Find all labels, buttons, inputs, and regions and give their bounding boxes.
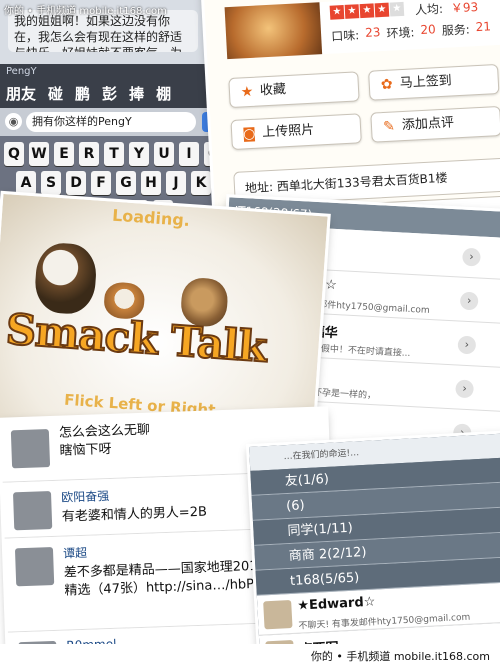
keyboard-row: QWERTYUIO	[4, 142, 224, 166]
avg-price-label: 人均:	[414, 1, 444, 18]
taste-value: 23	[364, 25, 381, 40]
friend-name: ★Edward☆	[297, 594, 376, 614]
key[interactable]: T	[104, 142, 124, 166]
paw-icon: ✿	[380, 76, 394, 94]
key[interactable]: Q	[4, 142, 24, 166]
rating-star-icon: ★	[344, 4, 360, 19]
rating-star-icon: ★	[359, 3, 375, 19]
watermark-top: 你的 • 手机频道 mobile.it168.com	[4, 6, 167, 17]
author-name[interactable]: 欧阳奋强	[61, 487, 110, 506]
star-icon: ★	[240, 83, 254, 101]
camera-icon[interactable]: ◉	[5, 113, 22, 130]
taste-label: 口味:	[330, 28, 360, 44]
address-text: 地址: 西单北大街133号君太百货B1楼	[244, 170, 448, 196]
favorite-label: 收藏	[259, 82, 287, 99]
rating-star-icon: ★	[389, 1, 405, 17]
ime-candidate[interactable]: 彭	[102, 83, 117, 104]
checkin-label: 马上签到	[399, 73, 453, 92]
game-loading-panel: Loading. Smack Talk Flick Left or Right	[0, 193, 328, 447]
camera-icon: ◙	[242, 125, 257, 143]
ime-candidates: 朋友碰鹏彭捧棚	[6, 83, 171, 104]
message-input-row: ◉ 拥有你这样的PengY	[0, 108, 245, 136]
key[interactable]: E	[54, 142, 74, 166]
ime-candidate[interactable]: 捧	[129, 83, 144, 104]
group-list-panel: …在我们的命运!… 友(1/6) (6) 同学(1/11) 商商 2(2/12) t16…	[249, 433, 500, 666]
key[interactable]: Y	[129, 142, 149, 166]
key[interactable]: H	[141, 171, 161, 195]
avg-price-value: ￥93	[450, 0, 479, 16]
review-label: 添加点评	[401, 115, 455, 134]
avatar	[12, 491, 53, 531]
key[interactable]: G	[116, 171, 136, 195]
key[interactable]: S	[41, 171, 61, 195]
ime-candidate[interactable]: 棚	[156, 83, 171, 104]
key[interactable]: K	[191, 171, 211, 195]
footer-text: 你的 • 手机频道 mobile.it168.com	[310, 650, 490, 663]
service-label: 服务:	[441, 22, 471, 38]
key[interactable]: D	[66, 171, 86, 195]
key[interactable]: U	[154, 142, 174, 166]
service-value: 21	[475, 19, 492, 35]
ime-input-preview: PengY	[6, 66, 37, 77]
key[interactable]: F	[91, 171, 111, 195]
ime-candidate[interactable]: 鹏	[75, 83, 90, 104]
key[interactable]: A	[16, 171, 36, 195]
food-photo	[224, 2, 323, 60]
message-input[interactable]: 拥有你这样的PengY	[26, 112, 196, 132]
restaurant-header: ★ ★ ★ ★ ★ 人均: ￥93 口味: 23 环境: 20 服务: 21	[224, 0, 500, 60]
keyboard-row: ASDFGHJK	[16, 171, 211, 195]
avatar	[263, 599, 293, 630]
add-review-button[interactable]: ✎ 添加点评	[370, 105, 500, 143]
key[interactable]: W	[29, 142, 49, 166]
avatar	[10, 429, 51, 469]
key[interactable]: I	[179, 142, 199, 166]
author-name[interactable]: 谭超	[63, 544, 88, 562]
rating-star-icon: ★	[329, 4, 345, 20]
key[interactable]: J	[166, 171, 186, 195]
avatar	[14, 546, 55, 587]
env-label: 环境:	[386, 25, 415, 41]
chevron-right-icon[interactable]: ›	[462, 247, 481, 267]
collage-stage: 我的姐姐啊！如果这边没有你在，我怎么会有现在这样的舒适与快乐。好姐妹就不要客气，…	[0, 0, 500, 666]
checkin-button[interactable]: ✿ 马上签到	[368, 63, 500, 101]
key[interactable]: R	[79, 142, 99, 166]
footer-bar: 你的 • 手机频道 mobile.it168.com	[0, 644, 500, 666]
favorite-button[interactable]: ★ 收藏	[228, 71, 360, 109]
ime-candidate[interactable]: 朋友	[6, 83, 36, 104]
env-value: 20	[420, 22, 437, 37]
upload-photo-button[interactable]: ◙ 上传照片	[230, 113, 362, 151]
ime-candidate[interactable]: 碰	[48, 83, 63, 104]
score-row: 口味: 23 环境: 20 服务: 21	[331, 19, 492, 44]
upload-label: 上传照片	[261, 122, 315, 141]
rating-star-icon: ★	[374, 2, 390, 18]
rating-stars: ★ ★ ★ ★ ★	[329, 1, 405, 20]
edit-icon: ✎	[382, 118, 396, 136]
chevron-right-icon[interactable]: ›	[459, 291, 479, 311]
chevron-right-icon[interactable]: ›	[455, 379, 475, 399]
chevron-right-icon[interactable]: ›	[457, 335, 477, 355]
